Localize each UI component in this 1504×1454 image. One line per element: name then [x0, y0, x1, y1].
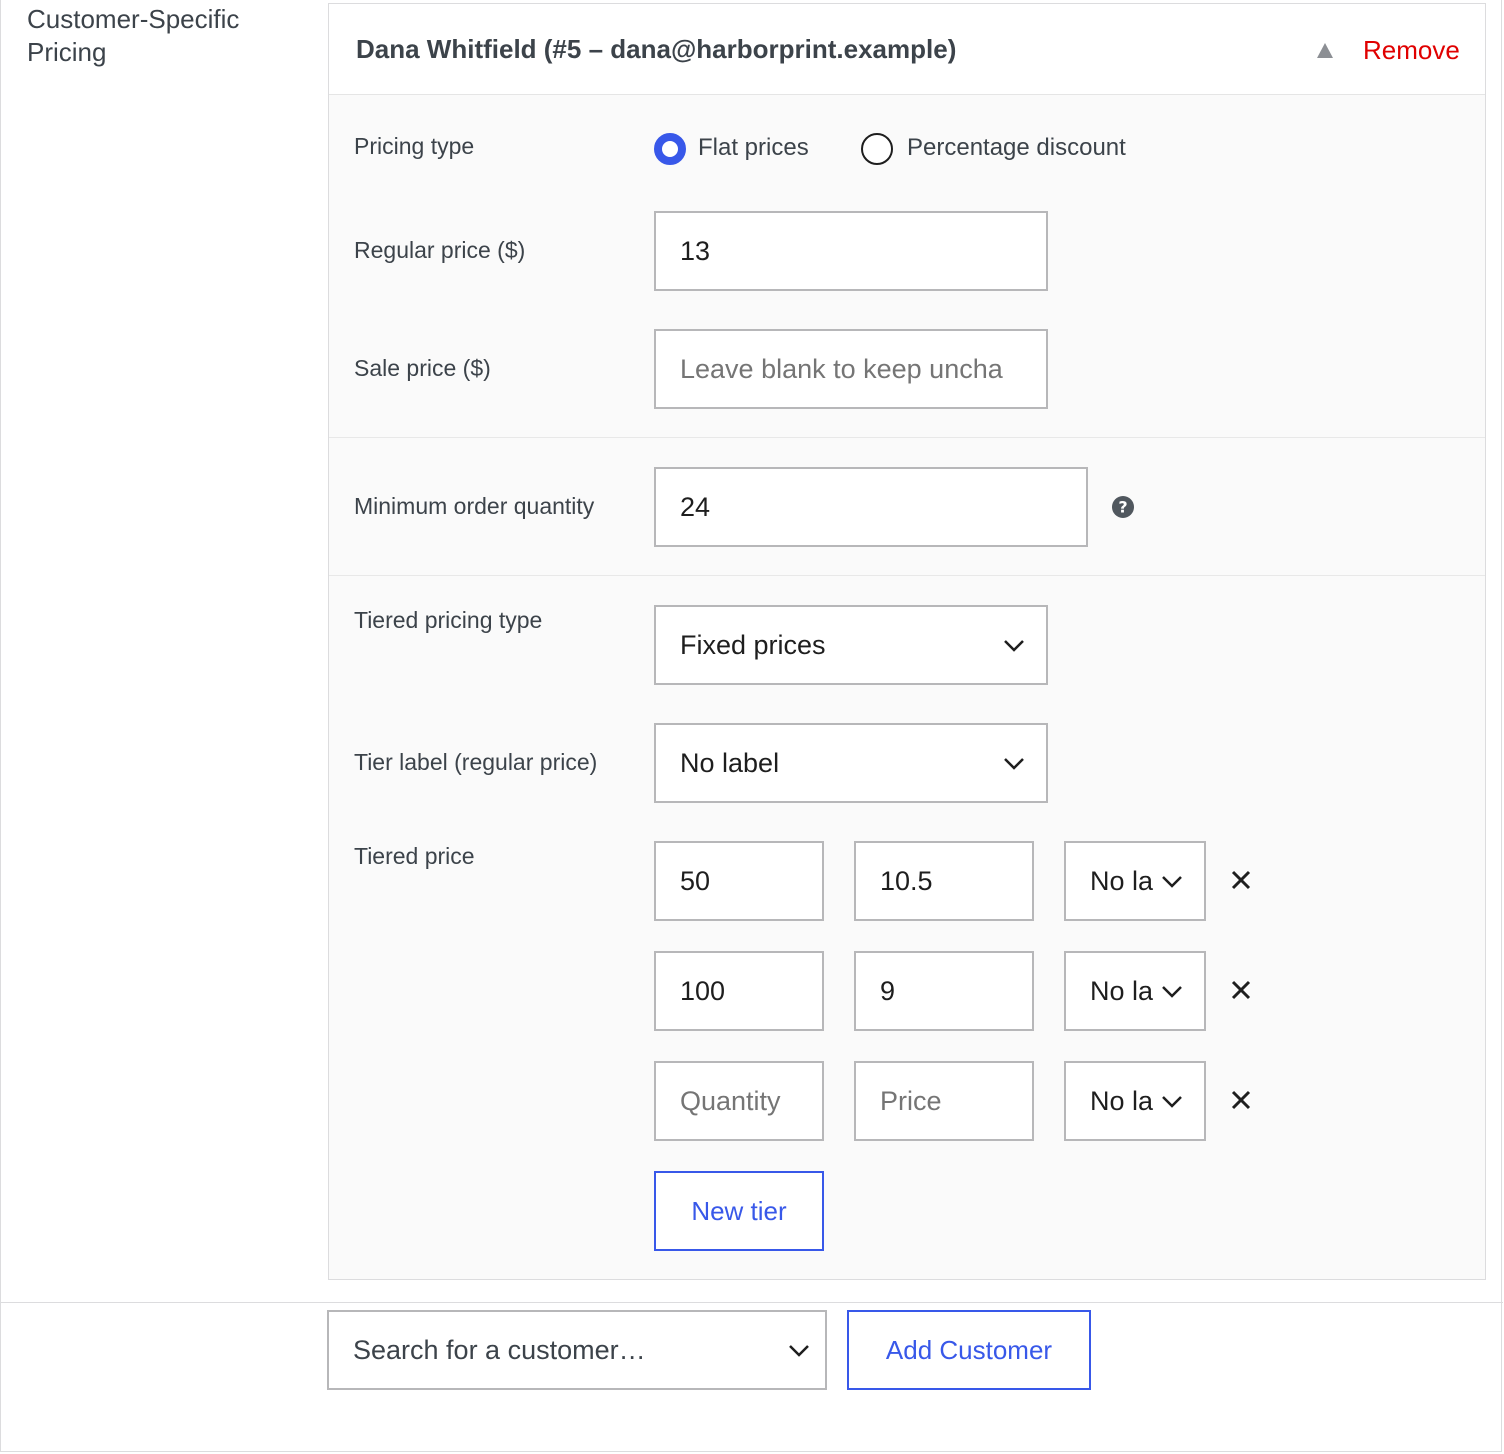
remove-customer-link[interactable]: Remove — [1363, 35, 1460, 66]
tier-label-row-select[interactable]: No la — [1064, 841, 1206, 921]
chevron-down-icon — [789, 1345, 809, 1357]
divider — [329, 437, 1485, 438]
tiered-pricing-type-value: Fixed prices — [680, 630, 826, 660]
remove-tier-icon[interactable] — [1229, 868, 1253, 892]
tiered-price-label: Tiered price — [354, 843, 475, 869]
tier-label-select[interactable]: No label — [654, 723, 1048, 803]
chevron-down-icon — [1004, 758, 1024, 770]
customer-search-select[interactable]: Search for a customer… — [327, 1310, 827, 1390]
section-label: Customer-Specific Pricing — [27, 4, 240, 67]
divider — [329, 575, 1485, 576]
flat-prices-label[interactable]: Flat prices — [698, 134, 809, 162]
tier-label-row-select[interactable]: No la — [1064, 951, 1206, 1031]
divider — [1, 1302, 1503, 1303]
collapse-arrow-icon[interactable] — [1313, 38, 1337, 62]
customer-pricing-settings: Customer-Specific Pricing Dana Whitfield… — [0, 0, 1503, 1452]
tier-quantity-input[interactable]: Quantity — [654, 1061, 824, 1141]
tiered-pricing-type-label: Tiered pricing type — [354, 607, 543, 633]
percentage-discount-label[interactable]: Percentage discount — [907, 134, 1126, 162]
tier-quantity-input[interactable]: 50 — [654, 841, 824, 921]
tier-label-label: Tier label (regular price) — [354, 749, 598, 775]
tier-quantity-input[interactable]: 100 — [654, 951, 824, 1031]
panel-header[interactable]: Dana Whitfield (#5 – dana@harborprint.ex… — [329, 4, 1485, 95]
tier-price-input[interactable]: 9 — [854, 951, 1034, 1031]
customer-pricing-panel: Dana Whitfield (#5 – dana@harborprint.ex… — [328, 3, 1486, 1280]
remove-tier-icon[interactable] — [1229, 978, 1253, 1002]
remove-tier-icon[interactable] — [1229, 1088, 1253, 1112]
percentage-discount-radio[interactable] — [861, 133, 893, 165]
tier-price-input[interactable]: 10.5 — [854, 841, 1034, 921]
customer-search-placeholder: Search for a customer… — [353, 1335, 646, 1365]
minimum-order-quantity-input[interactable]: 24 — [654, 467, 1088, 547]
sale-price-input[interactable]: Leave blank to keep uncha — [654, 329, 1048, 409]
tier-label-row-value: No la — [1090, 976, 1154, 1006]
regular-price-label: Regular price ($) — [354, 237, 526, 263]
chevron-down-icon — [1162, 986, 1182, 998]
tier-label-row-value: No la — [1090, 1086, 1154, 1116]
sale-price-label: Sale price ($) — [354, 355, 491, 381]
svg-text:?: ? — [1118, 498, 1127, 517]
new-tier-button[interactable]: New tier — [654, 1171, 824, 1251]
chevron-down-icon — [1004, 640, 1024, 652]
chevron-down-icon — [1162, 876, 1182, 888]
tiered-pricing-type-select[interactable]: Fixed prices — [654, 605, 1048, 685]
pricing-type-label: Pricing type — [354, 133, 475, 159]
add-customer-button[interactable]: Add Customer — [847, 1310, 1091, 1390]
tier-label-value: No label — [680, 748, 780, 778]
tier-price-input[interactable]: Price — [854, 1061, 1034, 1141]
customer-title: Dana Whitfield (#5 – dana@harborprint.ex… — [356, 34, 957, 64]
chevron-down-icon — [1162, 1096, 1182, 1108]
flat-prices-radio[interactable] — [654, 133, 686, 165]
tier-label-row-select[interactable]: No la — [1064, 1061, 1206, 1141]
minimum-order-quantity-label: Minimum order quantity — [354, 493, 595, 519]
tier-label-row-value: No la — [1090, 866, 1154, 896]
help-icon[interactable]: ? — [1111, 495, 1135, 519]
regular-price-input[interactable]: 13 — [654, 211, 1048, 291]
